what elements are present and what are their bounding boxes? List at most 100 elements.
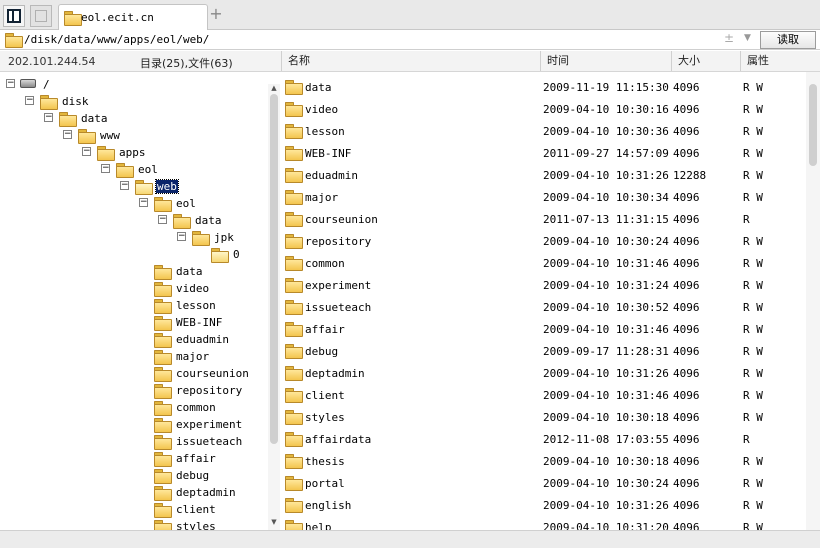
file-attr: R W [743,103,763,116]
tree-collapse-icon[interactable]: − [139,198,148,207]
file-row[interactable]: deptadmin 2009-04-10 10:31:26 4096 R W [281,362,806,384]
folder-open-icon [135,180,153,195]
tree-node-label: client [176,503,216,516]
folder-icon [116,163,134,178]
file-name: affair [305,323,345,336]
tree-node-label: 0 [233,248,240,261]
column-header-name[interactable]: 名称 [281,51,540,71]
file-row[interactable]: help 2009-04-10 10:31:20 4096 R W [281,516,806,530]
tree-collapse-icon[interactable]: − [44,113,53,122]
item-counts: 目录(25),文件(63) [140,57,233,70]
file-attr: R W [743,367,763,380]
column-header-attr[interactable]: 属性 [740,51,806,71]
tree-node-label: debug [176,469,210,482]
file-row[interactable]: lesson 2009-04-10 10:30:36 4096 R W [281,120,806,142]
tree-node-label: jpk [214,231,234,244]
tree-collapse-icon[interactable]: − [120,181,129,190]
folder-open-icon [211,248,229,263]
file-time: 2009-04-10 10:31:24 [543,279,669,292]
column-header-time[interactable]: 时间 [540,51,671,71]
folder-icon [285,80,303,95]
folder-icon [285,278,303,293]
file-size: 12288 [673,169,707,182]
file-row[interactable]: affair 2009-04-10 10:31:46 4096 R W [281,318,806,340]
file-time: 2009-04-10 10:30:24 [543,477,669,490]
file-time: 2009-04-10 10:31:26 [543,499,669,512]
folder-icon [154,265,172,280]
tree-collapse-icon[interactable]: − [101,164,110,173]
file-row[interactable]: video 2009-04-10 10:30:16 4096 R W [281,98,806,120]
column-header-size[interactable]: 大小 [671,51,740,71]
folder-icon [285,300,303,315]
tree-scrollbar[interactable]: ▲ ▼ [268,84,280,530]
folder-icon [285,322,303,337]
file-row[interactable]: common 2009-04-10 10:31:46 4096 R W [281,252,806,274]
tree-collapse-icon[interactable]: − [177,232,186,241]
file-attr: R W [743,411,763,424]
tree-node-label: courseunion [176,367,249,380]
file-name: eduadmin [305,169,358,182]
file-row[interactable]: client 2009-04-10 10:31:46 4096 R W [281,384,806,406]
scroll-down-arrow-icon[interactable]: ▼ [268,518,280,528]
file-row[interactable]: repository 2009-04-10 10:30:24 4096 R W [281,230,806,252]
file-time: 2009-11-19 11:15:30 [543,81,669,94]
file-time: 2009-04-10 10:30:18 [543,455,669,468]
file-row[interactable]: debug 2009-09-17 11:28:31 4096 R W [281,340,806,362]
folder-icon [154,486,172,501]
file-name: repository [305,235,372,248]
file-size: 4096 [673,521,700,530]
file-list-scroll-thumb[interactable] [809,84,817,166]
file-attr: R [743,433,750,446]
file-row[interactable]: portal 2009-04-10 10:30:24 4096 R W [281,472,806,494]
file-row[interactable]: experiment 2009-04-10 10:31:24 4096 R W [281,274,806,296]
path-input[interactable]: /disk/data/www/apps/eol/web/ [24,33,209,46]
tree-collapse-icon[interactable]: − [63,130,72,139]
tree-node-label: / [43,78,50,91]
tree-scroll-thumb[interactable] [270,94,278,444]
tab-active[interactable]: eol.ecit.cn [58,4,208,30]
tree-node-label: www [100,129,120,142]
chevron-down-icon[interactable]: ▼ [744,33,751,43]
add-tab-button[interactable]: + [208,5,224,23]
tree-node-label: issueteach [176,435,243,448]
folder-icon [154,520,172,530]
file-name: lesson [305,125,345,138]
blank-tab-button[interactable] [30,5,52,27]
tree-collapse-icon[interactable]: − [158,215,167,224]
tree-collapse-icon[interactable]: − [6,79,15,88]
file-row[interactable]: data 2009-11-19 11:15:30 4096 R W [281,76,806,98]
file-time: 2009-04-10 10:30:18 [543,411,669,424]
file-row[interactable]: issueteach 2009-04-10 10:30:52 4096 R W [281,296,806,318]
folder-icon [154,469,172,484]
read-button[interactable]: 读取 [760,31,816,49]
tree-node-label: deptadmin [176,486,236,499]
file-row[interactable]: thesis 2009-04-10 10:30:18 4096 R W [281,450,806,472]
file-time: 2009-04-10 10:30:34 [543,191,669,204]
file-time: 2009-04-10 10:30:16 [543,103,669,116]
drive-icon [20,79,36,88]
file-size: 4096 [673,477,700,490]
tree-node-label: apps [119,146,146,159]
file-time: 2011-07-13 11:31:15 [543,213,669,226]
file-row[interactable]: WEB-INF 2011-09-27 14:57:09 4096 R W [281,142,806,164]
panel-toggle-button[interactable] [3,5,25,27]
file-time: 2009-04-10 10:31:46 [543,389,669,402]
file-row[interactable]: eduadmin 2009-04-10 10:31:26 12288 R W [281,164,806,186]
scroll-up-arrow-icon[interactable]: ▲ [268,84,280,94]
file-row[interactable]: affairdata 2012-11-08 17:03:55 4096 R [281,428,806,450]
plus-minus-icon[interactable]: ± [724,31,734,45]
folder-icon [285,212,303,227]
file-name: styles [305,411,345,424]
tree-collapse-icon[interactable]: − [82,147,91,156]
file-list-scrollbar[interactable] [806,72,820,530]
file-time: 2009-04-10 10:31:26 [543,367,669,380]
folder-icon [285,476,303,491]
file-size: 4096 [673,191,700,204]
file-row[interactable]: courseunion 2011-07-13 11:31:15 4096 R [281,208,806,230]
file-row[interactable]: english 2009-04-10 10:31:26 4096 R W [281,494,806,516]
file-row[interactable]: major 2009-04-10 10:30:34 4096 R W [281,186,806,208]
tree-collapse-icon[interactable]: − [25,96,34,105]
file-attr: R W [743,521,763,530]
file-row[interactable]: styles 2009-04-10 10:30:18 4096 R W [281,406,806,428]
folder-icon [154,503,172,518]
